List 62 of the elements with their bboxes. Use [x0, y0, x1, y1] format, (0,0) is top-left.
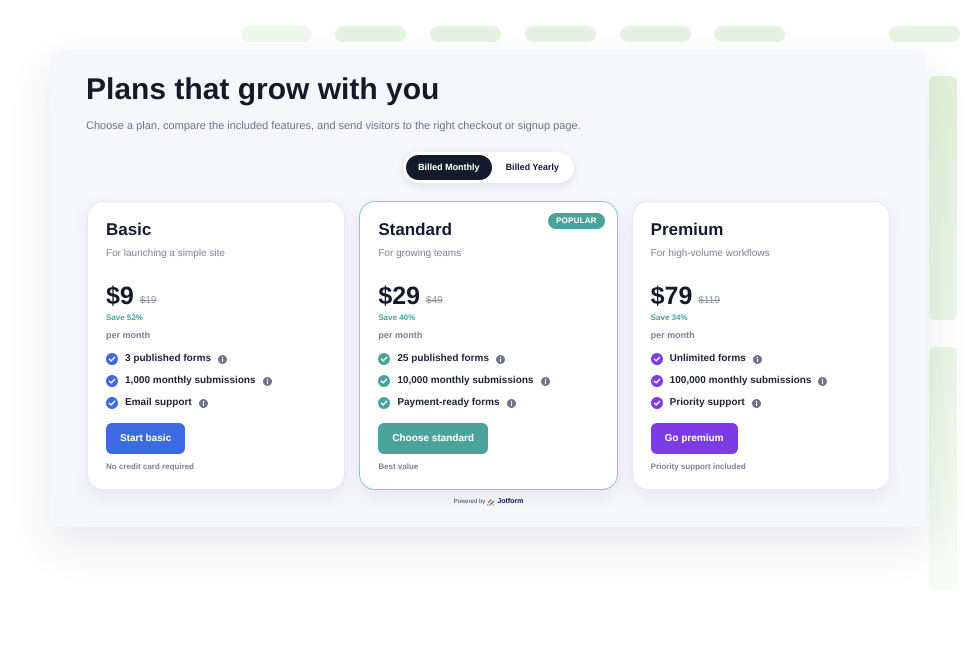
info-icon[interactable] — [262, 376, 272, 386]
info-icon[interactable] — [496, 354, 506, 364]
old-price: $119 — [698, 295, 720, 307]
plan-price: $29 — [378, 282, 420, 310]
info-icon[interactable] — [752, 398, 761, 408]
plan-button[interactable]: Go premium — [650, 423, 738, 454]
billing-period: per month — [378, 329, 422, 341]
page-subtitle: Choose a plan, compare the included features, and send visitors to the right checkout or signup page. — [86, 119, 581, 133]
feature-text: Email support — [125, 397, 192, 409]
check-circle-icon — [106, 353, 118, 365]
plan-note: Best value — [378, 462, 418, 472]
plan-note: Priority support included — [650, 462, 746, 472]
info-icon[interactable] — [540, 376, 550, 386]
check-circle-icon — [650, 375, 663, 387]
billing-option[interactable]: Billed Monthly — [406, 155, 492, 180]
plan-name: Standard — [378, 219, 452, 241]
check-circle-icon — [650, 397, 663, 409]
savings-text: Save 40% — [378, 313, 416, 323]
check-circle-icon — [378, 353, 390, 365]
billing-period: per month — [106, 329, 150, 341]
decorative-pill — [889, 26, 960, 42]
feature-text: Priority support — [670, 397, 745, 409]
plan-button[interactable]: Start basic — [106, 423, 186, 454]
feature-text: Unlimited forms — [670, 353, 746, 365]
check-circle-icon — [650, 353, 663, 365]
popular-badge: POPULAR — [548, 213, 605, 229]
decorative-pill — [430, 26, 501, 42]
feature-text: 10,000 monthly submissions — [397, 375, 534, 387]
info-icon[interactable] — [198, 398, 208, 408]
savings-text: Save 34% — [650, 313, 688, 323]
check-circle-icon — [106, 375, 118, 387]
feature-text: 25 published forms — [397, 353, 490, 365]
feature-text: 100,000 monthly submissions — [670, 375, 812, 387]
info-icon[interactable] — [218, 354, 228, 364]
plan-price: $9 — [106, 282, 134, 310]
info-icon[interactable] — [506, 398, 516, 408]
check-circle-icon — [106, 397, 118, 409]
logo-icon — [487, 498, 496, 506]
check-circle-icon — [378, 375, 390, 387]
savings-text: Save 52% — [106, 313, 143, 323]
decorative-pill — [620, 26, 691, 42]
plan-name: Basic — [106, 219, 152, 241]
plan-tagline: For high-volume workflows — [650, 247, 770, 260]
old-price: $19 — [140, 295, 156, 307]
feature-text: 3 published forms — [125, 353, 212, 365]
feature-text: Payment-ready forms — [397, 397, 500, 409]
decorative-pill — [335, 26, 406, 42]
old-price: $49 — [426, 295, 443, 307]
info-icon[interactable] — [752, 354, 762, 364]
billing-period: per month — [650, 329, 695, 341]
plan-button[interactable]: Choose standard — [378, 423, 488, 454]
page-title: Plans that grow with you — [86, 72, 440, 108]
check-circle-icon — [378, 397, 390, 409]
plan-tagline: For growing teams — [378, 247, 462, 260]
plan-price: $79 — [650, 282, 692, 310]
decorative-pill — [714, 26, 785, 42]
info-icon[interactable] — [818, 376, 828, 386]
plan-tagline: For launching a simple site — [106, 247, 225, 260]
plan-note: No credit card required — [106, 462, 194, 472]
plan-name: Premium — [650, 219, 724, 241]
decorative-pill — [525, 26, 596, 42]
feature-text: 1,000 monthly submissions — [125, 375, 256, 387]
